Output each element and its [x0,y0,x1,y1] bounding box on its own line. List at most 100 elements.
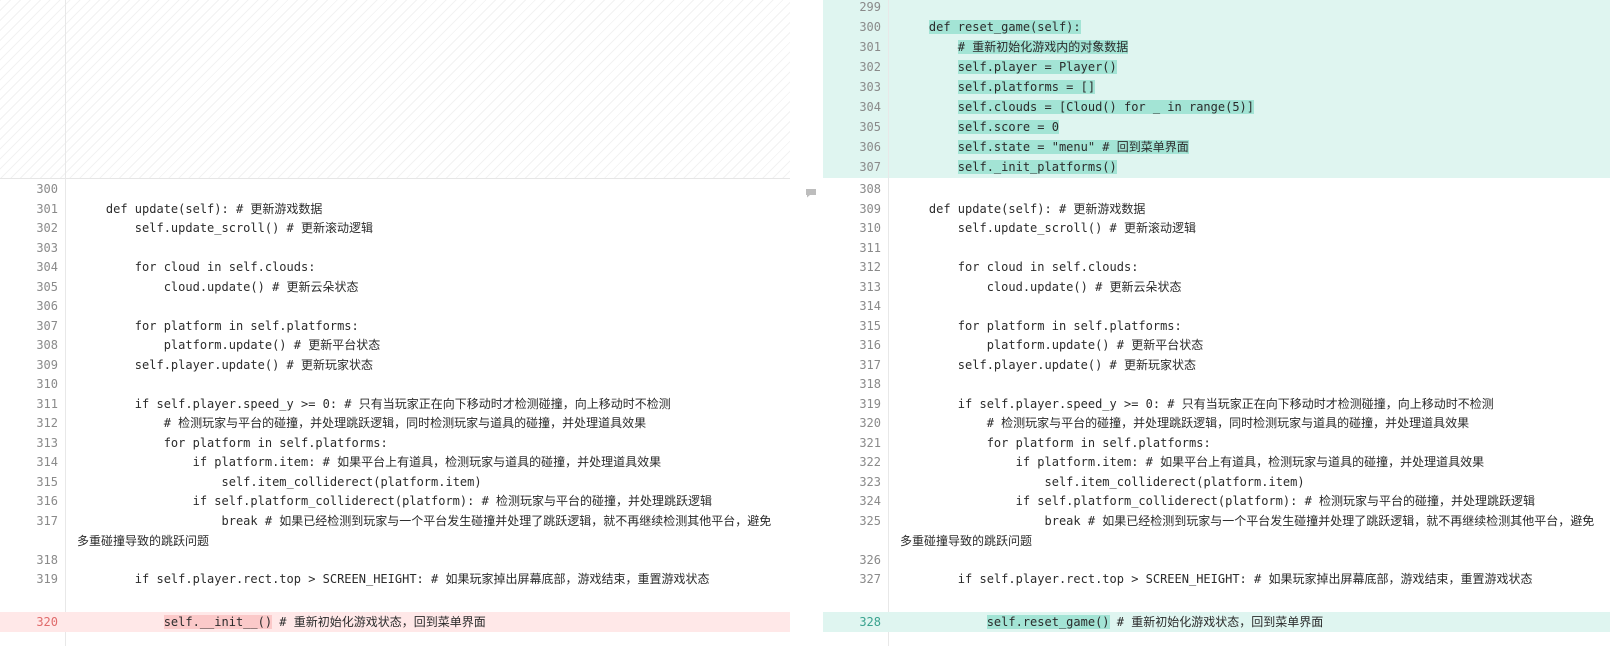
line-number: 307 [859,160,881,174]
code-text: for platform in self.platforms: [77,318,359,333]
code-text: def update(self): # 更新游戏数据 [77,201,323,216]
code-text: self.player.update() # 更新玩家状态 [77,357,373,372]
line-number: 314 [859,299,881,313]
line-number: 328 [859,615,881,629]
code-text: self.__init__() # 重新初始化游戏状态，回到菜单界面 [163,615,486,629]
code-line: 314 if platform.item: # 如果平台上有道具，检测玩家与道具… [0,452,790,472]
changed-token: self.state = "menu" # 回到菜单界面 [957,140,1189,154]
line-number: 315 [859,318,881,333]
code-line: 299 [823,0,1610,17]
line-number: 301 [859,40,881,54]
code-text: def update(self): # 更新游戏数据 [900,201,1146,216]
code-text: for platform in self.platforms: [77,435,388,450]
line-number: 302 [36,221,58,235]
code-line: 325 break # 如果已经检测到玩家与一个平台发生碰撞并处理了跳跃逻辑，就… [823,511,1610,550]
code-line: 302 self.update_scroll() # 更新滚动逻辑 [0,218,790,238]
code-text: break # 如果已经检测到玩家与一个平台发生碰撞并处理了跳跃逻辑，就不再继续… [900,513,1595,548]
code-line: 326 [823,550,1610,570]
line-number: 309 [859,201,881,216]
line-number: 325 [859,513,881,528]
code-line: 312 for cloud in self.clouds: [823,257,1610,277]
line-number: 322 [859,455,881,469]
code-line: 301 # 重新初始化游戏内的对象数据 [823,37,1610,57]
line-number: 312 [36,416,58,430]
changed-token: # 重新初始化游戏内的对象数据 [957,40,1129,54]
code-text: self.update_scroll() # 更新滚动逻辑 [900,221,1196,235]
right-diff-pane: 299 300 def reset_game(self): 301 # 重新初始化游… [823,0,1610,646]
comment-icon[interactable] [805,188,817,198]
line-number: 311 [859,240,881,255]
line-number: 316 [36,494,58,508]
left-diff-pane: 300 301 def update(self): # 更新游戏数据 302 sel… [0,0,790,646]
code-line: 307 for platform in self.platforms: [0,316,790,336]
line-number: 313 [859,279,881,294]
code-text: cloud.update() # 更新云朵状态 [900,279,1182,294]
code-text: platform.update() # 更新平台状态 [77,338,381,352]
code-line: 303 self.platforms = [] [823,77,1610,97]
line-number: 320 [36,615,58,629]
code-text: # 检测玩家与平台的碰撞，并处理跳跃逻辑，同时检测玩家与道具的碰撞，并处理道具效… [77,416,647,430]
code-line: 304 self.clouds = [Cloud() for _ in rang… [823,97,1610,117]
code-text: self.player.update() # 更新玩家状态 [900,357,1196,372]
code-line: 327 if self.player.rect.top > SCREEN_HEI… [823,569,1610,589]
code-text: platform.update() # 更新平台状态 [900,338,1204,352]
changed-token: self.clouds = [Cloud() for _ in range(5)… [957,100,1255,114]
code-line: 320 # 检测玩家与平台的碰撞，并处理跳跃逻辑，同时检测玩家与道具的碰撞，并处… [823,413,1610,433]
code-line: 311 if self.player.speed_y >= 0: # 只有当玩家… [0,394,790,414]
line-number: 313 [36,435,58,450]
code-line: 318 [823,374,1610,394]
code-line: 305 cloud.update() # 更新云朵状态 [0,277,790,297]
line-number: 317 [36,513,58,528]
code-text: self.item_colliderect(platform.item) [900,474,1305,489]
code-text: self.update_scroll() # 更新滚动逻辑 [77,221,373,235]
code-line: 312 # 检测玩家与平台的碰撞，并处理跳跃逻辑，同时检测玩家与道具的碰撞，并处… [0,413,790,433]
line-number: 309 [36,357,58,372]
code-text: if self.platform_colliderect(platform): … [900,494,1536,508]
code-line: 300 def reset_game(self): [823,17,1610,37]
line-number: 319 [36,572,58,586]
line-number: 317 [859,357,881,372]
line-number: 318 [36,552,58,567]
line-number: 308 [859,182,881,196]
code-line: 323 self.item_colliderect(platform.item) [823,472,1610,492]
code-line: 317 break # 如果已经检测到玩家与一个平台发生碰撞并处理了跳跃逻辑，就… [0,511,790,550]
code-line: 314 [823,296,1610,316]
code-line: 315 self.item_colliderect(platform.item) [0,472,790,492]
code-line: 309 self.player.update() # 更新玩家状态 [0,355,790,375]
line-number: 304 [859,100,881,114]
code-line: 310 [0,374,790,394]
code-text: if self.player.speed_y >= 0: # 只有当玩家正在向下… [77,396,671,411]
code-line: 319 if self.player.speed_y >= 0: # 只有当玩家… [823,394,1610,414]
changed-token: self.player = Player() [957,60,1117,74]
line-number: 299 [859,0,881,14]
line-number: 314 [36,455,58,469]
code-line: 310 self.update_scroll() # 更新滚动逻辑 [823,218,1610,238]
code-line: 304 for cloud in self.clouds: [0,257,790,277]
line-number: 319 [859,396,881,411]
code-text: for cloud in self.clouds: [900,260,1139,274]
code-text: self.score = 0 [900,117,1602,137]
line-number: 300 [859,20,881,34]
code-text: self.clouds = [Cloud() for _ in range(5)… [900,97,1602,117]
code-text: self.state = "menu" # 回到菜单界面 [900,137,1602,157]
line-number: 324 [859,494,881,508]
line-number: 310 [36,377,58,391]
code-line: 309 def update(self): # 更新游戏数据 [823,199,1610,219]
line-number: 306 [859,140,881,154]
line-number: 315 [36,474,58,489]
line-number: 327 [859,572,881,586]
code-line: 301 def update(self): # 更新游戏数据 [0,199,790,219]
line-number: 303 [859,80,881,94]
code-text: self.reset_game() # 重新初始化游戏状态，回到菜单界面 [986,615,1324,629]
code-text: def reset_game(self): [900,17,1602,37]
code-line: 316 if self.platform_colliderect(platfor… [0,491,790,511]
code-line: 308 [823,179,1610,199]
changed-token: self.reset_game() [986,615,1110,629]
line-number: 301 [36,201,58,216]
code-line: 307 self._init_platforms() [823,157,1610,177]
code-text: for platform in self.platforms: [900,435,1211,450]
code-line: 313 cloud.update() # 更新云朵状态 [823,277,1610,297]
code-line: 302 self.player = Player() [823,57,1610,77]
code-line: 316 platform.update() # 更新平台状态 [823,335,1610,355]
code-line: 319 if self.player.rect.top > SCREEN_HEI… [0,569,790,589]
